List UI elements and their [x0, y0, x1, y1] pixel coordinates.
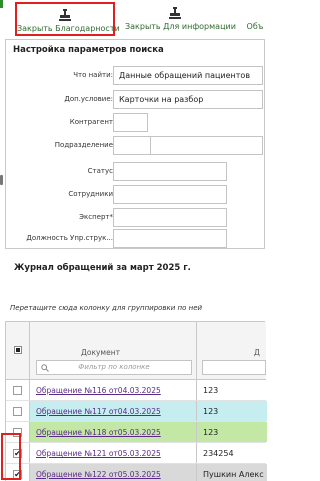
form-row-condition: Доп.условие: Карточки на разбор — [6, 90, 266, 110]
row-value: Пушкин Алекс — [203, 470, 264, 479]
status-field[interactable] — [113, 162, 227, 181]
search-icon — [41, 364, 49, 372]
table-header: Документ Фильтр по колонке Д — [6, 322, 266, 380]
employees-label: Сотрудники — [68, 190, 113, 198]
toolbar: Закрыть Благодарности Закрыть Для информ… — [0, 0, 263, 40]
table-row[interactable]: ✔ Обращение №121 от05.03.2025 234254 — [6, 443, 267, 464]
form-row-department: Подразделение — [6, 136, 266, 156]
row-checkbox[interactable] — [13, 407, 22, 416]
stamp-icon — [169, 7, 181, 19]
truncated-toolbar-button[interactable]: Объ — [235, 2, 275, 36]
table-row[interactable]: Обращение №116 от04.03.2025 123 — [6, 380, 267, 401]
form-row-status: Статус — [6, 162, 266, 182]
close-info-button[interactable]: Закрыть Для информации — [125, 2, 236, 36]
condition-select[interactable]: Карточки на разбор — [113, 90, 263, 109]
form-row-employees: Сотрудники — [6, 185, 266, 205]
status-label: Статус — [87, 167, 113, 175]
document-link[interactable]: Обращение №121 от05.03.2025 — [36, 449, 161, 458]
form-row-position: Должность Упр.струк... — [6, 229, 266, 249]
column-header-second[interactable]: Д — [254, 348, 260, 357]
document-link[interactable]: Обращение №118 от05.03.2025 — [36, 428, 161, 437]
row-value: 123 — [203, 386, 219, 395]
stamp-icon — [59, 9, 71, 21]
department-code-field[interactable] — [113, 136, 151, 155]
department-name-field[interactable] — [151, 136, 263, 155]
close-thanks-button[interactable]: Закрыть Благодарности — [15, 2, 120, 36]
left-edge-marker — [0, 0, 3, 8]
contractor-field[interactable] — [113, 113, 148, 132]
what-select[interactable]: Данные обращений пациентов — [113, 66, 263, 85]
employees-field[interactable] — [113, 185, 227, 204]
journal-title: Журнал обращений за март 2025 г. — [14, 263, 191, 273]
department-label: Подразделение — [54, 141, 113, 149]
form-row-what: Что найти: Данные обращений пациентов — [6, 66, 266, 86]
contractor-label: Контрагент — [69, 118, 113, 126]
document-link[interactable]: Обращение №116 от04.03.2025 — [36, 386, 161, 395]
expert-field[interactable] — [113, 208, 227, 227]
document-link[interactable]: Обращение №122 от05.03.2025 — [36, 470, 161, 479]
close-info-label: Закрыть Для информации — [125, 22, 236, 31]
row-value: 234254 — [203, 449, 234, 458]
document-link[interactable]: Обращение №117 от04.03.2025 — [36, 407, 161, 416]
condition-label: Доп.условие: — [64, 95, 113, 103]
form-row-contractor: Контрагент — [6, 113, 266, 133]
table-row[interactable]: Обращение №118 от05.03.2025 123 — [6, 422, 267, 443]
close-thanks-label: Закрыть Благодарности — [17, 24, 120, 33]
what-label: Что найти: — [73, 71, 113, 79]
second-filter-input[interactable] — [202, 360, 266, 375]
document-filter-placeholder: Фильтр по колонке — [78, 363, 150, 371]
table-row[interactable]: Обращение №117 от04.03.2025 123 — [6, 401, 267, 422]
row-value: 123 — [203, 407, 219, 416]
journal-table: Документ Фильтр по колонке Д Обращение №… — [5, 321, 267, 481]
position-label: Должность Упр.струк... — [26, 234, 113, 242]
row-checkbox[interactable] — [13, 386, 22, 395]
row-value: 123 — [203, 428, 219, 437]
select-all-checkbox[interactable] — [14, 346, 22, 354]
position-field[interactable] — [113, 229, 227, 248]
search-settings-title: Настройка параметров поиска — [13, 45, 164, 55]
column-header-document[interactable]: Документ — [81, 348, 120, 357]
expert-label: Эксперт* — [79, 213, 113, 221]
checked-rows-highlight — [1, 433, 21, 480]
truncated-toolbar-label: Объ — [246, 22, 264, 31]
left-edge-handle — [0, 175, 3, 185]
search-settings-panel: Настройка параметров поиска Что найти: Д… — [5, 39, 265, 249]
document-filter-input[interactable]: Фильтр по колонке — [36, 360, 192, 375]
form-row-expert: Эксперт* — [6, 208, 266, 228]
table-row[interactable]: ✔ Обращение №122 от05.03.2025 Пушкин Алекс — [6, 464, 267, 481]
group-drop-zone[interactable]: Перетащите сюда колонку для группировки … — [10, 304, 202, 312]
